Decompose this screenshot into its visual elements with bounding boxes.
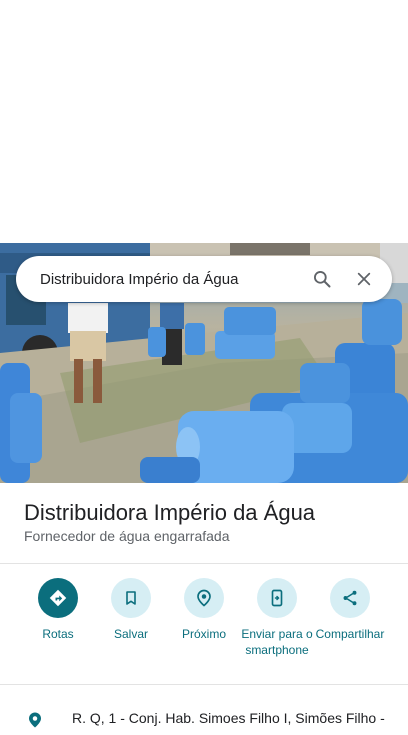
share-icon	[330, 578, 370, 618]
divider	[0, 684, 408, 685]
search-icon[interactable]	[310, 267, 334, 291]
share-label: Compartilhar	[315, 627, 385, 641]
send-to-phone-icon	[257, 578, 297, 618]
send-to-phone-label: Enviar para o smartphone	[241, 627, 313, 657]
map-area[interactable]	[0, 0, 408, 243]
nearby-icon	[184, 578, 224, 618]
bookmark-icon	[111, 578, 151, 618]
place-title: Distribuidora Império da Água	[24, 500, 316, 525]
save-label: Salvar	[113, 627, 148, 641]
divider	[0, 563, 408, 564]
search-bar[interactable]: Distribuidora Império da Água	[16, 256, 392, 302]
directions-icon	[38, 578, 78, 618]
search-input[interactable]: Distribuidora Império da Água	[40, 271, 310, 288]
address-text: R. Q, 1 - Conj. Hab. Simoes Filho I, Sim…	[72, 710, 385, 726]
directions-label: Rotas	[42, 627, 74, 641]
address-row[interactable]: R. Q, 1 - Conj. Hab. Simoes Filho I, Sim…	[0, 702, 408, 728]
save-button[interactable]: Salvar	[93, 578, 169, 642]
close-icon[interactable]	[352, 267, 376, 291]
nearby-button[interactable]: Próximo	[166, 578, 242, 642]
nearby-label: Próximo	[181, 627, 226, 641]
place-category: Fornecedor de água engarrafada	[24, 528, 230, 544]
share-button[interactable]: Compartilhar	[312, 578, 388, 642]
directions-button[interactable]: Rotas	[20, 578, 96, 642]
send-to-phone-button[interactable]: Enviar para o smartphone	[239, 578, 315, 658]
location-pin-icon	[26, 710, 44, 735]
